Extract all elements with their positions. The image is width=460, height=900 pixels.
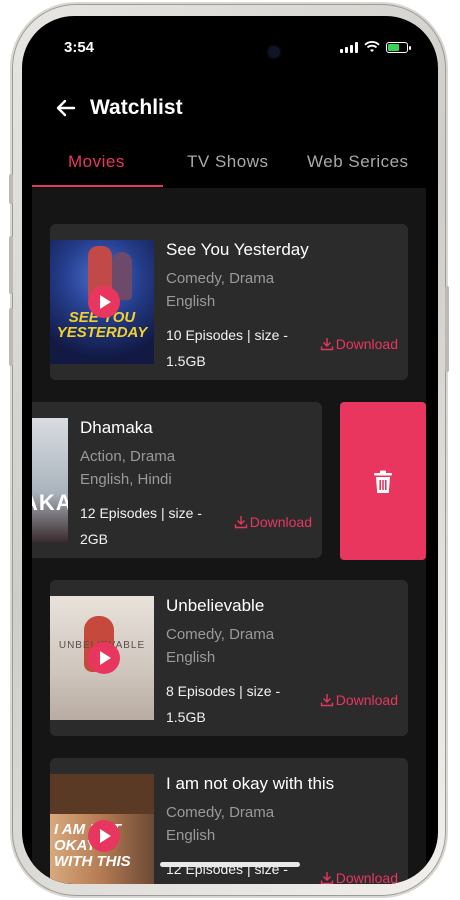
download-icon [320, 338, 333, 351]
page-title: Watchlist [90, 96, 183, 119]
poster-image[interactable]: I AM NOT OKAY WITH THIS [50, 774, 154, 884]
download-icon [234, 516, 247, 529]
app-screen: 3:54 Watchlist Movies TV Shows Web Seric… [22, 16, 438, 884]
arrow-left-icon[interactable] [54, 96, 78, 120]
download-label: Download [249, 514, 312, 530]
signal-icon [340, 41, 358, 53]
download-button[interactable]: Download [320, 336, 398, 352]
list-item-swiped[interactable]: AKA Dhamaka Action, Drama English, Hindi… [32, 402, 322, 558]
movie-language: English, Hindi [80, 471, 172, 488]
volume-up-button [9, 236, 13, 294]
episode-size-info: 8 Episodes | size - 1.5GB [166, 683, 281, 725]
status-icons [340, 41, 411, 53]
movie-language: English [166, 293, 216, 310]
download-label: Download [335, 870, 398, 884]
download-button[interactable]: Download [234, 514, 312, 530]
play-button[interactable] [88, 642, 120, 674]
volume-down-button [9, 308, 13, 366]
mute-switch [9, 174, 13, 204]
movie-genre: Action, Drama [80, 448, 176, 465]
movie-title: Unbelievable [166, 596, 265, 615]
battery-icon [386, 41, 411, 53]
movie-genre: Comedy, Drama [166, 270, 275, 287]
movie-title: See You Yesterday [166, 240, 309, 259]
poster-image[interactable]: AKA [32, 418, 68, 542]
status-bar: 3:54 [22, 16, 438, 70]
movie-genre: Comedy, Drama [166, 804, 275, 821]
front-camera [268, 46, 280, 58]
play-button[interactable] [88, 820, 120, 852]
trash-icon [374, 470, 392, 493]
episode-size-info: 12 Episodes | size - 2GB [80, 505, 202, 547]
home-indicator[interactable] [160, 862, 300, 867]
poster-title-art: AKA [32, 490, 68, 515]
download-label: Download [335, 336, 398, 352]
movie-title: I am not okay with this [166, 774, 335, 793]
episode-size-info: 10 Episodes | size - 1.5GB [166, 327, 288, 369]
active-tab-indicator [32, 185, 163, 187]
power-button [445, 286, 449, 372]
wifi-icon [364, 41, 380, 52]
tab-movies[interactable]: Movies [68, 152, 125, 172]
tab-web-series[interactable]: Web Serices [307, 152, 409, 172]
list-item[interactable]: UNBELIEVABLE Unbelievable Comedy, Drama … [50, 580, 408, 736]
delete-button[interactable] [340, 402, 426, 560]
movie-genre: Comedy, Drama [166, 626, 275, 643]
tab-bar: Movies TV Shows Web Serices [32, 144, 426, 189]
play-button[interactable] [88, 286, 120, 318]
movie-language: English [166, 827, 216, 844]
poster-image[interactable]: UNBELIEVABLE [50, 596, 154, 720]
app-header: Watchlist [22, 96, 438, 136]
episode-size-info: 12 Episodes | size - 1.2GB [166, 861, 288, 877]
movie-language: English [166, 649, 216, 666]
status-time: 3:54 [64, 39, 95, 56]
tab-tv-shows[interactable]: TV Shows [187, 152, 268, 172]
download-icon [320, 694, 333, 707]
download-button[interactable]: Download [320, 870, 398, 884]
watchlist[interactable]: SEE YOU YESTERDAY See You Yesterday Comed… [32, 188, 426, 884]
download-icon [320, 872, 333, 884]
poster-image[interactable]: SEE YOU YESTERDAY [50, 240, 154, 364]
list-item[interactable]: SEE YOU YESTERDAY See You Yesterday Comed… [50, 224, 408, 380]
download-label: Download [335, 692, 398, 708]
download-button[interactable]: Download [320, 692, 398, 708]
movie-title: Dhamaka [80, 418, 153, 437]
